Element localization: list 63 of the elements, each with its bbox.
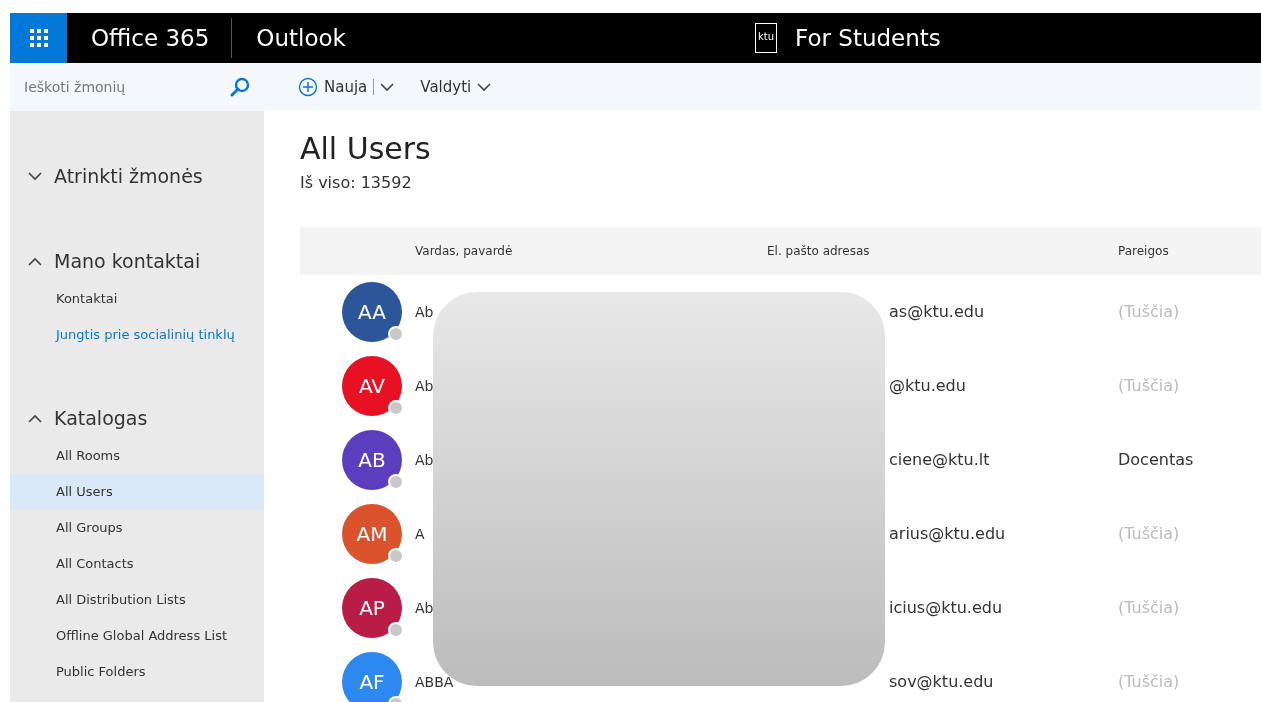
email-address: arius@ktu.edu [889, 524, 1006, 543]
sidebar-item[interactable]: All Groups [10, 510, 264, 546]
presence-icon [388, 474, 404, 490]
presence-icon [388, 622, 404, 638]
sidebar-item[interactable]: All Users [10, 474, 264, 510]
email-address: ciene@ktu.lt [889, 450, 990, 469]
presence-icon [388, 400, 404, 416]
avatar-initials: AA [358, 299, 386, 326]
chevron-up-icon [28, 413, 42, 423]
email-address: as@ktu.edu [889, 302, 985, 321]
contact-name: Ab [415, 303, 434, 320]
avatar-initials: AB [358, 447, 386, 474]
caret-icon [477, 82, 492, 92]
sidebar-item[interactable]: All Contacts [10, 546, 264, 582]
contact-name: Ab [415, 451, 434, 468]
avatar-initials: AF [359, 669, 385, 696]
chevron-up-icon [28, 256, 42, 266]
contact-name: Ab [415, 599, 434, 616]
sidebar-item[interactable]: All Rooms [10, 438, 264, 474]
email-address: icius@ktu.edu [889, 598, 1003, 617]
avatar-initials: AM [356, 521, 388, 548]
sidebar-link[interactable]: Jungtis prie socialinių tinklų [10, 317, 264, 353]
job-title: Docentas [1118, 450, 1194, 469]
search-icon [230, 77, 250, 97]
search-box[interactable]: Ieškoti žmonių [10, 63, 264, 111]
sidebar-item[interactable]: All Distribution Lists [10, 582, 264, 618]
waffle-icon [29, 29, 48, 47]
column-header[interactable]: Pareigos [1118, 242, 1261, 260]
column-header[interactable]: El. pašto adresas [767, 242, 1118, 260]
section-header[interactable]: Mano kontaktai [10, 241, 264, 281]
job-title: (Tuščia) [1118, 302, 1180, 321]
contact-name: ABBA [415, 673, 454, 690]
section-header[interactable]: Atrinkti žmonės [10, 156, 264, 196]
search-input[interactable]: Ieškoti žmonių [24, 76, 230, 98]
section-header[interactable]: Katalogas [10, 398, 264, 438]
chevron-down-icon [28, 171, 42, 181]
org-logo: ktu [755, 23, 778, 54]
job-title: (Tuščia) [1118, 524, 1180, 543]
manage-button[interactable]: Valdyti [420, 75, 492, 99]
job-title: (Tuščia) [1118, 672, 1180, 691]
sidebar-item[interactable]: Kontaktai [10, 281, 264, 317]
avatar-initials: AV [358, 373, 386, 400]
email-address: sov@ktu.edu [889, 672, 994, 691]
avatar-initials: AP [359, 595, 385, 622]
suite-title[interactable]: Office 365 [91, 20, 210, 56]
job-title: (Tuščia) [1118, 376, 1180, 395]
sidebar-item[interactable]: Offline Global Address List [10, 618, 264, 654]
contact-name: A [415, 525, 425, 542]
sidebar-item[interactable]: Public Folders [10, 654, 264, 690]
app-title[interactable]: Outlook [256, 20, 346, 56]
plus-circle-icon [298, 77, 318, 97]
new-button[interactable]: Nauja [298, 75, 395, 99]
page-title: All Users [300, 131, 432, 167]
presence-icon [388, 326, 404, 342]
email-address: @ktu.edu [889, 376, 966, 395]
column-header[interactable]: Vardas, pavardė [415, 242, 767, 260]
presence-icon [388, 548, 404, 564]
app-launcher-button[interactable] [10, 13, 67, 63]
org-title: For Students [795, 24, 941, 53]
user-count: Iš viso: 13592 [300, 172, 413, 194]
caret-icon [380, 82, 395, 92]
contact-name: Ab [415, 377, 434, 394]
job-title: (Tuščia) [1118, 598, 1180, 617]
